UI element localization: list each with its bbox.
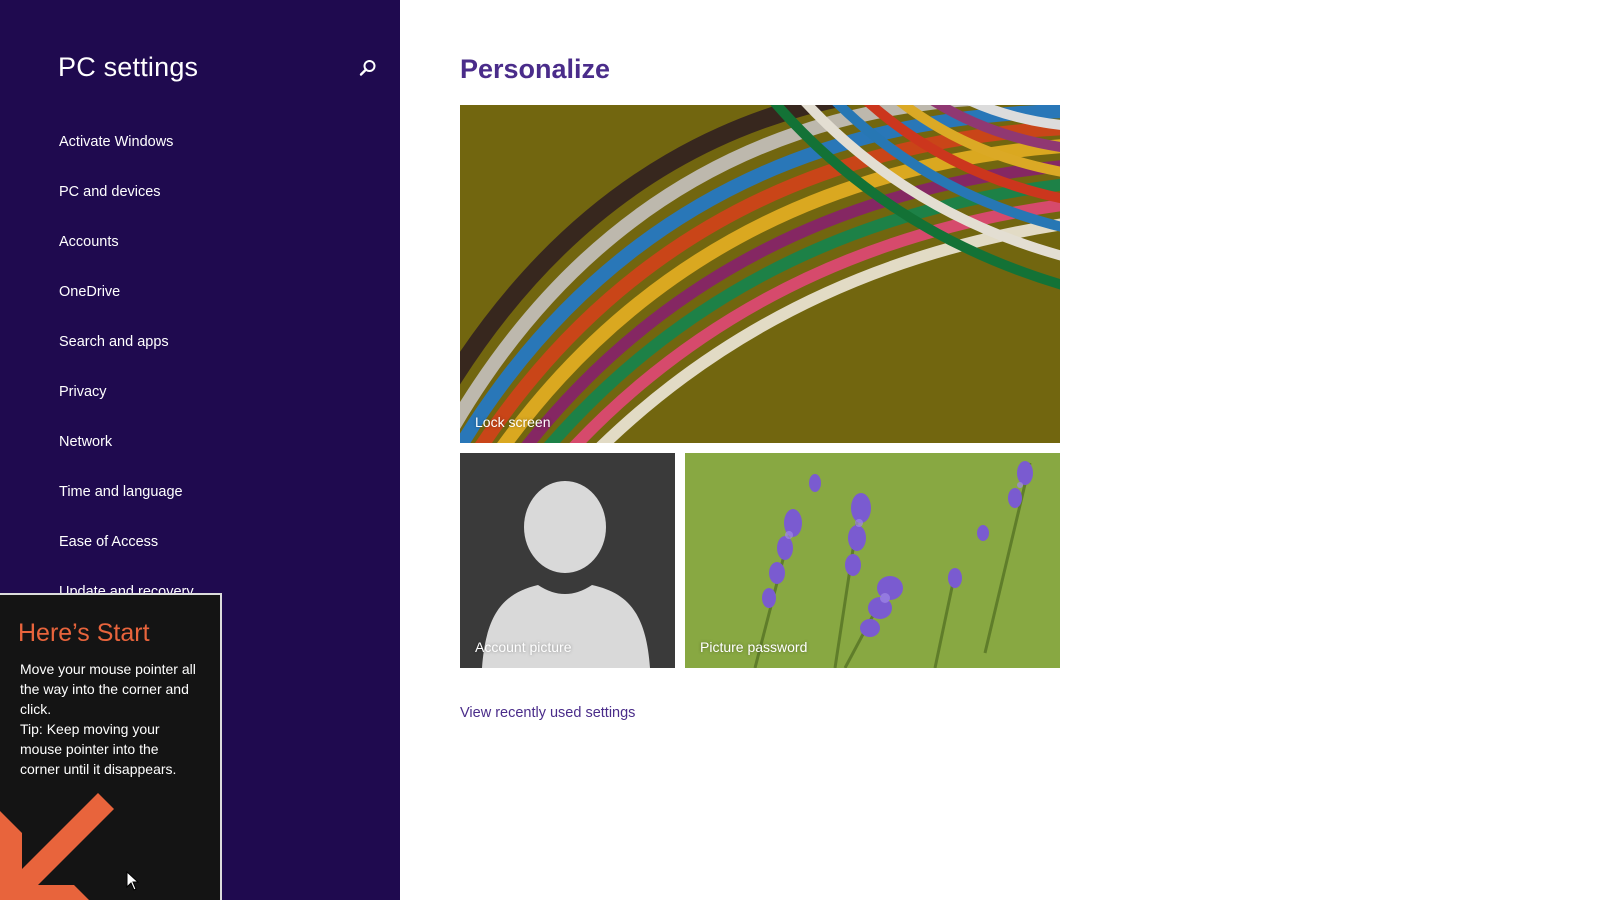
sidebar-title: PC settings: [58, 52, 199, 82]
picture-password-label: Picture password: [700, 639, 808, 655]
account-picture-tile[interactable]: Account picture: [460, 453, 675, 668]
nav-item-accounts[interactable]: Accounts: [59, 232, 194, 282]
start-tip-title: Here’s Start: [18, 619, 150, 647]
nav-item-privacy[interactable]: Privacy: [59, 382, 194, 432]
nav-item-time-and-language[interactable]: Time and language: [59, 482, 194, 532]
page-title: Personalize: [460, 54, 611, 84]
lavender-image: [685, 453, 1060, 668]
arrow-down-left-icon: [0, 793, 114, 900]
settings-nav: Activate Windows PC and devices Accounts…: [59, 132, 194, 632]
lock-screen-tile[interactable]: Lock screen: [460, 105, 1060, 443]
main-content: Personalize Lock screen Account picture …: [400, 0, 1600, 900]
nav-item-activate-windows[interactable]: Activate Windows: [59, 132, 194, 182]
search-icon: [359, 60, 376, 76]
user-silhouette-icon: [460, 453, 675, 668]
search-button[interactable]: [358, 58, 382, 82]
nav-item-ease-of-access[interactable]: Ease of Access: [59, 532, 194, 582]
pc-settings-window: PC settings Activate Windows PC and devi…: [0, 0, 1600, 900]
account-picture-label: Account picture: [475, 639, 572, 655]
mouse-pointer-icon: [126, 871, 140, 891]
start-tip-hint: Tip: Keep moving your mouse pointer into…: [20, 721, 177, 777]
start-tip-body: Move your mouse pointer all the way into…: [20, 659, 202, 779]
start-tip-popup[interactable]: Here’s Start Move your mouse pointer all…: [0, 593, 222, 900]
view-recent-settings-link[interactable]: View recently used settings: [460, 705, 635, 721]
nav-item-network[interactable]: Network: [59, 432, 194, 482]
nav-item-onedrive[interactable]: OneDrive: [59, 282, 194, 332]
start-tip-instruction: Move your mouse pointer all the way into…: [20, 661, 196, 717]
picture-password-tile[interactable]: Picture password: [685, 453, 1060, 668]
nav-item-search-and-apps[interactable]: Search and apps: [59, 332, 194, 382]
nav-item-pc-and-devices[interactable]: PC and devices: [59, 182, 194, 232]
sidebar: PC settings Activate Windows PC and devi…: [0, 0, 400, 900]
lock-screen-label: Lock screen: [475, 414, 551, 430]
lock-screen-image: [460, 105, 1060, 443]
